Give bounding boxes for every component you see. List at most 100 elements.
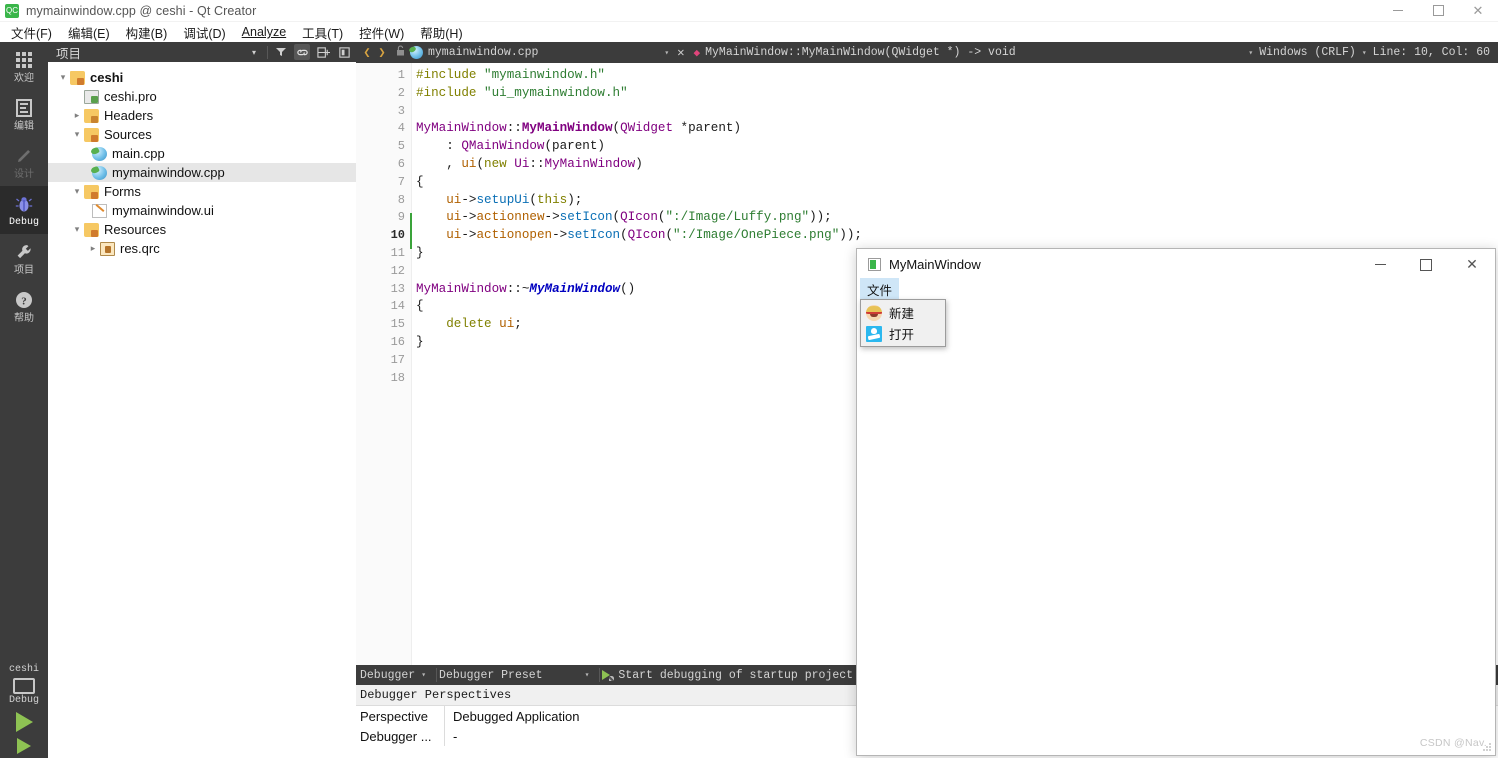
code-token: (parent)	[544, 139, 605, 154]
cpp-file-icon	[410, 46, 423, 59]
code-token: ui	[499, 317, 515, 332]
debugger-selector[interactable]: Debugger ▾	[360, 669, 434, 682]
question-icon: ?	[13, 289, 35, 311]
menu-edit[interactable]: 编辑(E)	[60, 21, 118, 44]
chevron-down-icon[interactable]: ▾	[70, 224, 84, 235]
editor-file-tab[interactable]: mymainwindow.cpp	[410, 46, 538, 59]
nav-back-icon[interactable]: ❮	[360, 45, 374, 60]
row-value: Debugged Application	[444, 706, 580, 726]
tree-item-sources[interactable]: ▾ Sources	[48, 125, 356, 144]
modified-lines-marker	[410, 213, 412, 249]
menu-file[interactable]: 文件(F)	[3, 21, 60, 44]
debugger-preset-selector[interactable]: Debugger Preset ▾	[439, 669, 597, 682]
code-token: {	[416, 299, 424, 314]
chevron-down-icon[interactable]: ▾	[56, 72, 70, 83]
window-minimize-button[interactable]	[1378, 0, 1418, 22]
tree-item-forms[interactable]: ▾ Forms	[48, 182, 356, 201]
tree-item-main-cpp[interactable]: main.cpp	[48, 144, 356, 163]
menu-build[interactable]: 构建(B)	[118, 21, 176, 44]
mode-label-edit: 编辑	[14, 121, 34, 132]
mymainwindow-menu-file[interactable]: 文件	[860, 278, 900, 301]
code-token: }	[416, 245, 424, 260]
mymainwindow-minimize-button[interactable]	[1357, 249, 1403, 280]
code-token: Ui	[514, 156, 530, 171]
run-button[interactable]	[15, 712, 33, 732]
menu-tools[interactable]: 工具(T)	[294, 21, 351, 44]
cursor-position-label: Line: 10, Col: 60	[1372, 46, 1490, 59]
tree-item-mymainwindow-ui[interactable]: mymainwindow.ui	[48, 201, 356, 220]
editor-close-icon[interactable]: ✕	[675, 45, 686, 60]
chevron-right-icon[interactable]: ▸	[86, 243, 100, 254]
pencil-icon	[13, 145, 35, 167]
file-dropdown-icon[interactable]: ▾	[658, 48, 675, 58]
line-number: 8	[397, 192, 405, 207]
chevron-down-icon[interactable]: ▾	[415, 670, 434, 680]
mode-button-welcome[interactable]: 欢迎	[0, 42, 48, 90]
mode-button-projects[interactable]: 项目	[0, 234, 48, 282]
menu-item-label: 打开	[889, 328, 915, 342]
unlocked-icon[interactable]	[393, 45, 408, 61]
kit-selector-area: ceshi Debug	[0, 664, 48, 758]
qrc-file-icon	[100, 241, 115, 256]
mymainwindow-dialog[interactable]: MyMainWindow ✕ 文件 新建 打开 CSDN @Nav.	[856, 248, 1496, 756]
line-number: 1	[397, 68, 405, 82]
start-debugging-button[interactable]: Start debugging of startup project	[602, 669, 853, 682]
tree-item-res-qrc[interactable]: ▸ res.qrc	[48, 239, 356, 258]
symbol-dropdown-icon[interactable]: ▾	[1242, 48, 1259, 58]
mode-button-debug[interactable]: Debug	[0, 186, 48, 234]
tree-label: mymainwindow.ui	[112, 203, 214, 218]
tree-label: ceshi	[90, 70, 124, 85]
tree-item-mymainwindow-cpp[interactable]: mymainwindow.cpp	[48, 163, 356, 182]
document-icon	[13, 97, 35, 119]
forms-folder-icon	[84, 184, 99, 199]
close-panel-icon[interactable]	[336, 44, 352, 60]
mymainwindow-maximize-button[interactable]	[1403, 249, 1449, 280]
resize-grip[interactable]	[1482, 742, 1492, 752]
mode-label-help: 帮助	[14, 313, 34, 324]
chevron-right-icon[interactable]: ▸	[70, 110, 84, 121]
line-ending-selector[interactable]: Windows (CRLF)	[1259, 46, 1356, 59]
chevron-down-icon[interactable]: ▾	[70, 129, 84, 140]
mymainwindow-close-button[interactable]: ✕	[1449, 249, 1495, 280]
line-ending-dropdown-icon[interactable]: ▾	[1356, 48, 1373, 58]
symbol-marker-icon: ◆	[693, 47, 701, 60]
split-icon[interactable]	[315, 44, 331, 60]
window-close-button[interactable]: ✕	[1458, 0, 1498, 22]
tree-item-ceshi[interactable]: ▾ ceshi	[48, 68, 356, 87]
chevron-down-icon[interactable]: ▾	[246, 44, 262, 60]
menu-analyze[interactable]: Analyze	[234, 23, 294, 41]
menu-item-open[interactable]: 打开	[861, 323, 945, 344]
tree-item-ceshi-pro[interactable]: ceshi.pro	[48, 87, 356, 106]
main-menubar: 文件(F) 编辑(E) 构建(B) 调试(D) Analyze 工具(T) 控件…	[0, 22, 1498, 42]
mode-button-edit[interactable]: 编辑	[0, 90, 48, 138]
code-token: (	[665, 228, 674, 243]
mode-button-design[interactable]: 设计	[0, 138, 48, 186]
editor-symbol-label[interactable]: MyMainWindow::MyMainWindow(QWidget *) ->…	[705, 46, 1016, 59]
menu-window[interactable]: 控件(W)	[351, 21, 412, 44]
wrench-icon	[13, 241, 35, 263]
filter-icon[interactable]	[273, 44, 289, 60]
tree-item-headers[interactable]: ▸ Headers	[48, 106, 356, 125]
line-number: 15	[390, 317, 405, 332]
link-icon[interactable]	[294, 44, 310, 60]
code-token: "mymainwindow.h"	[484, 68, 605, 82]
tree-item-resources[interactable]: ▾ Resources	[48, 220, 356, 239]
debugger-preset-label: Debugger Preset	[439, 668, 543, 682]
code-token: QIcon	[627, 228, 666, 243]
monitor-icon[interactable]	[13, 678, 35, 694]
start-debug-icon	[602, 669, 615, 681]
code-line: , ui(new Ui::MyMainWindow)	[416, 156, 1498, 174]
project-panel-title: 项目	[56, 46, 82, 61]
menu-item-new[interactable]: 新建	[861, 302, 945, 323]
menu-debug[interactable]: 调试(D)	[175, 21, 233, 44]
chevron-down-icon[interactable]: ▾	[70, 186, 84, 197]
window-maximize-button[interactable]	[1418, 0, 1458, 22]
mode-button-help[interactable]: ? 帮助	[0, 282, 48, 330]
nav-forward-icon[interactable]: ❯	[375, 45, 389, 60]
ui-file-icon	[92, 203, 107, 218]
mymainwindow-titlebar[interactable]: MyMainWindow ✕	[857, 249, 1495, 280]
menu-help[interactable]: 帮助(H)	[412, 21, 470, 44]
debug-run-button[interactable]	[17, 738, 31, 754]
chevron-down-icon[interactable]: ▾	[543, 670, 598, 680]
editor-toolbar-right: ▾ Windows (CRLF) ▾ Line: 10, Col: 60	[1242, 46, 1498, 59]
